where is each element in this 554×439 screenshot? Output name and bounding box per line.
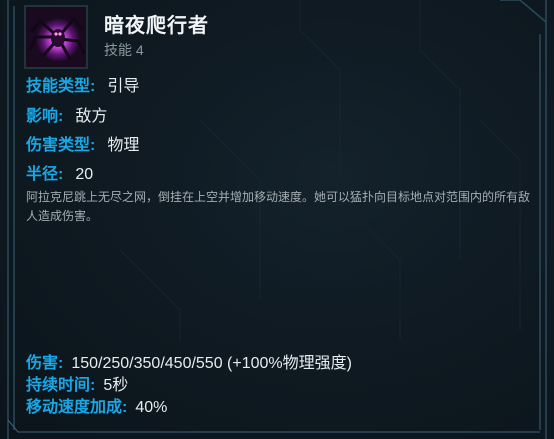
stat-value: 40% [135,399,168,416]
stat-damage-type: 伤害类型: 物理 [26,131,139,155]
stat-affects: 影响: 敌方 [26,102,107,126]
stat-label: 技能类型: [26,78,96,95]
stat-value: 物理 [107,137,140,154]
spider-ability-icon [24,5,88,69]
stat-damage: 伤害: 150/250/350/450/550 (+100%物理强度) [26,349,352,373]
stat-value: 20 [75,166,94,183]
stat-label: 持续时间: [26,377,96,394]
ability-name: 暗夜爬行者 [104,15,209,37]
ability-tooltip: 暗夜爬行者 技能 4 技能类型: 引导 影响: 敌方 伤害类型: 物理 半径: 20 阿… [0,0,554,439]
stat-label: 伤害类型: [26,137,96,154]
stat-ability-type: 技能类型: 引导 [26,72,139,96]
ability-description: 阿拉克尼跳上无尽之网，倒挂在上空并增加移动速度。她可以猛扑向目标地点对范围内的所… [26,190,531,223]
stat-value: 敌方 [75,108,108,125]
stat-label: 半径: [26,166,64,183]
ability-slot: 技能 4 [104,42,144,58]
stat-movement-speed: 移动速度加成: 40% [26,393,167,417]
stat-label: 影响: [26,108,64,125]
stat-value: 5秒 [103,377,129,394]
stat-label: 伤害: [26,355,64,372]
stat-radius: 半径: 20 [26,160,93,184]
stat-duration: 持续时间: 5秒 [26,371,128,395]
stat-label: 移动速度加成: [26,399,128,416]
stat-value: 150/250/350/450/550 (+100%物理强度) [71,355,352,372]
stat-value: 引导 [107,78,140,95]
